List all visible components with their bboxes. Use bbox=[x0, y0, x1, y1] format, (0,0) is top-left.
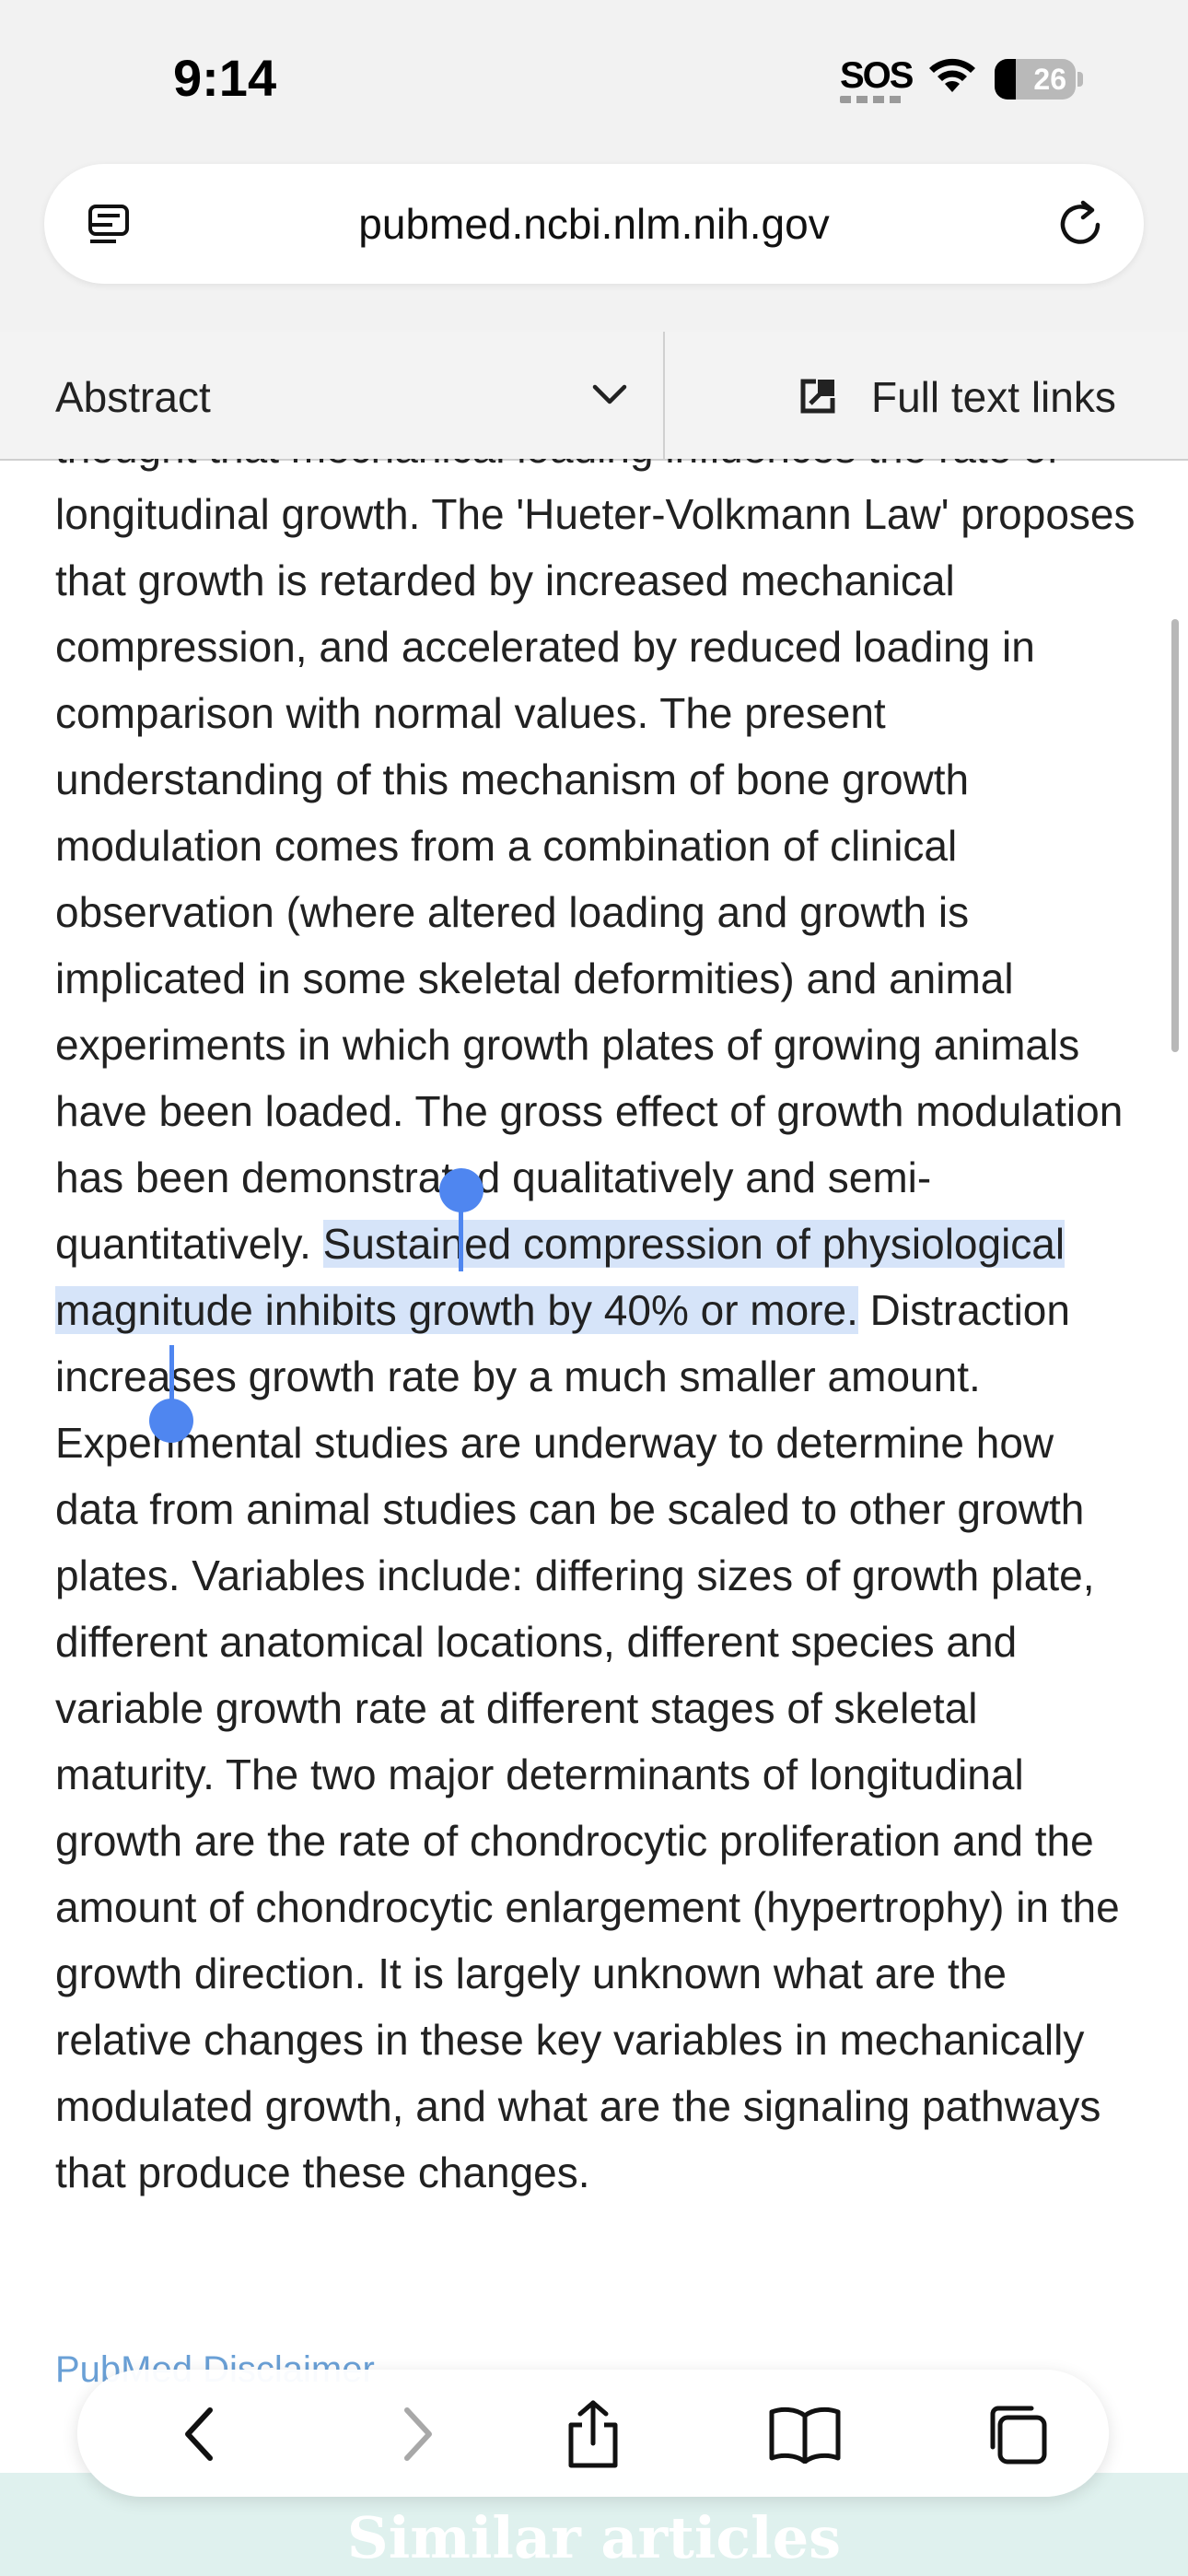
bookmarks-icon bbox=[769, 2406, 841, 2464]
browser-toolbar bbox=[77, 2370, 1109, 2497]
external-link-icon bbox=[800, 379, 835, 414]
battery-percent: 26 bbox=[1033, 63, 1066, 96]
abstract-content: thought that mechanical loading influenc… bbox=[0, 459, 1188, 2301]
wifi-icon bbox=[929, 58, 975, 92]
back-icon bbox=[185, 2407, 213, 2461]
sos-indicator: SOS bbox=[840, 55, 914, 96]
status-bar: 9:14 SOS 26 bbox=[0, 0, 1188, 147]
tabs-button[interactable] bbox=[980, 2397, 1054, 2471]
abstract-paragraph: thought that mechanical loading influenc… bbox=[55, 459, 1142, 2206]
section-dropdown-label: Abstract bbox=[55, 373, 211, 421]
share-icon bbox=[568, 2400, 618, 2468]
abstract-text[interactable]: thought that mechanical loading influenc… bbox=[55, 459, 1142, 2206]
share-button[interactable] bbox=[556, 2397, 630, 2471]
similar-articles-title: Similar articles bbox=[346, 2504, 842, 2571]
scrollbar[interactable] bbox=[1171, 619, 1179, 1052]
abstract-cutoff-line: thought that mechanical loading influenc… bbox=[55, 459, 1011, 472]
reload-icon[interactable] bbox=[1054, 197, 1107, 251]
address-bar[interactable]: pubmed.ncbi.nlm.nih.gov bbox=[44, 164, 1144, 284]
signal-dots bbox=[840, 96, 904, 103]
full-text-links-label: Full text links bbox=[871, 373, 1116, 421]
section-bar: Abstract Full text links bbox=[0, 332, 1188, 461]
battery-tip bbox=[1077, 72, 1083, 87]
chevron-down-icon bbox=[592, 384, 627, 404]
forward-icon bbox=[404, 2407, 432, 2461]
forward-button[interactable] bbox=[381, 2397, 455, 2471]
selection-end-handle[interactable] bbox=[149, 1399, 193, 1443]
url-text[interactable]: pubmed.ncbi.nlm.nih.gov bbox=[44, 199, 1144, 249]
abstract-text-before-selection: of longitudinal growth. The 'Hueter-Volk… bbox=[55, 459, 1136, 1268]
back-button[interactable] bbox=[162, 2397, 236, 2471]
abstract-text-after-selection: Distraction increases growth rate by a m… bbox=[55, 1286, 1120, 2196]
full-text-links-button[interactable]: Full text links bbox=[665, 332, 1188, 459]
browser-chrome: pubmed.ncbi.nlm.nih.gov bbox=[0, 147, 1188, 332]
battery-icon: 26 bbox=[995, 59, 1076, 100]
bookmarks-button[interactable] bbox=[768, 2397, 842, 2471]
selection-start-handle[interactable] bbox=[439, 1168, 483, 1212]
status-time: 9:14 bbox=[173, 49, 277, 107]
section-dropdown[interactable]: Abstract bbox=[0, 332, 663, 459]
tabs-icon bbox=[990, 2406, 1047, 2465]
